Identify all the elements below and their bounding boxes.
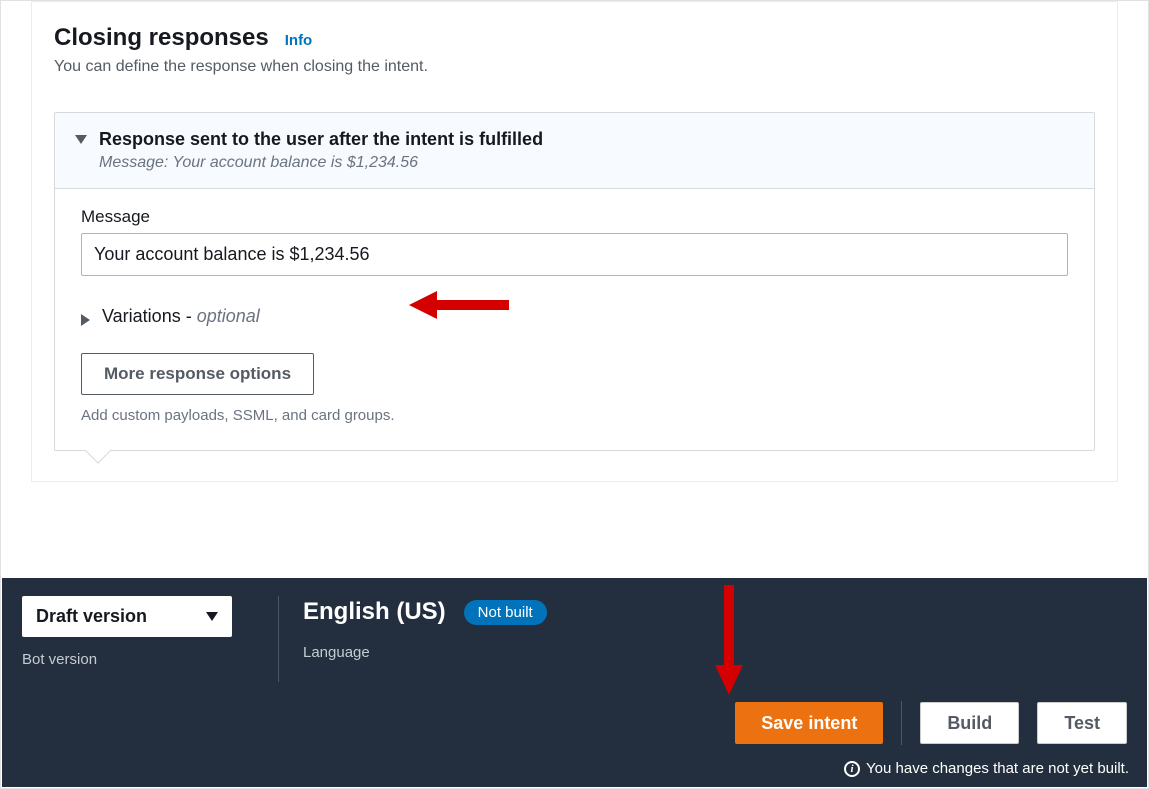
build-button[interactable]: Build — [920, 702, 1019, 744]
chevron-down-icon — [206, 612, 218, 621]
status-text: You have changes that are not yet built. — [866, 760, 1129, 777]
footer-divider — [278, 596, 279, 682]
caret-down-icon — [75, 135, 87, 144]
bot-version-label: Bot version — [22, 651, 254, 668]
unsaved-changes-status: i You have changes that are not yet buil… — [844, 760, 1129, 777]
footer-toolbar: Draft version Bot version English (US) N… — [2, 578, 1147, 787]
caret-right-icon — [81, 314, 90, 326]
panel-title: Closing responses — [54, 24, 269, 52]
test-button[interactable]: Test — [1037, 702, 1127, 744]
info-link[interactable]: Info — [285, 32, 313, 49]
variations-toggle[interactable]: Variations - optional — [81, 306, 1068, 327]
variations-optional-text: optional — [197, 306, 260, 326]
info-icon: i — [844, 761, 860, 777]
panel-subtitle: You can define the response when closing… — [54, 58, 1095, 76]
message-input[interactable] — [81, 233, 1068, 276]
response-card: Response sent to the user after the inte… — [54, 112, 1095, 451]
closing-responses-panel: Closing responses Info You can define th… — [31, 1, 1118, 482]
response-card-title: Response sent to the user after the inte… — [99, 129, 1074, 150]
save-intent-button[interactable]: Save intent — [735, 702, 883, 744]
bot-version-value: Draft version — [36, 606, 147, 627]
variations-text: Variations - — [102, 306, 197, 326]
language-title: English (US) — [303, 598, 446, 626]
language-label: Language — [303, 644, 547, 661]
bot-version-select[interactable]: Draft version — [22, 596, 232, 637]
panel-header: Closing responses Info You can define th… — [32, 2, 1117, 96]
response-card-header[interactable]: Response sent to the user after the inte… — [55, 113, 1094, 189]
response-card-preview: Message: Your account balance is $1,234.… — [99, 154, 1074, 172]
variations-label: Variations - optional — [102, 306, 260, 327]
more-response-options-button[interactable]: More response options — [81, 353, 314, 395]
build-status-badge: Not built — [464, 600, 547, 625]
more-options-hint: Add custom payloads, SSML, and card grou… — [81, 407, 1068, 424]
button-divider — [901, 701, 902, 745]
message-label: Message — [81, 207, 1068, 227]
